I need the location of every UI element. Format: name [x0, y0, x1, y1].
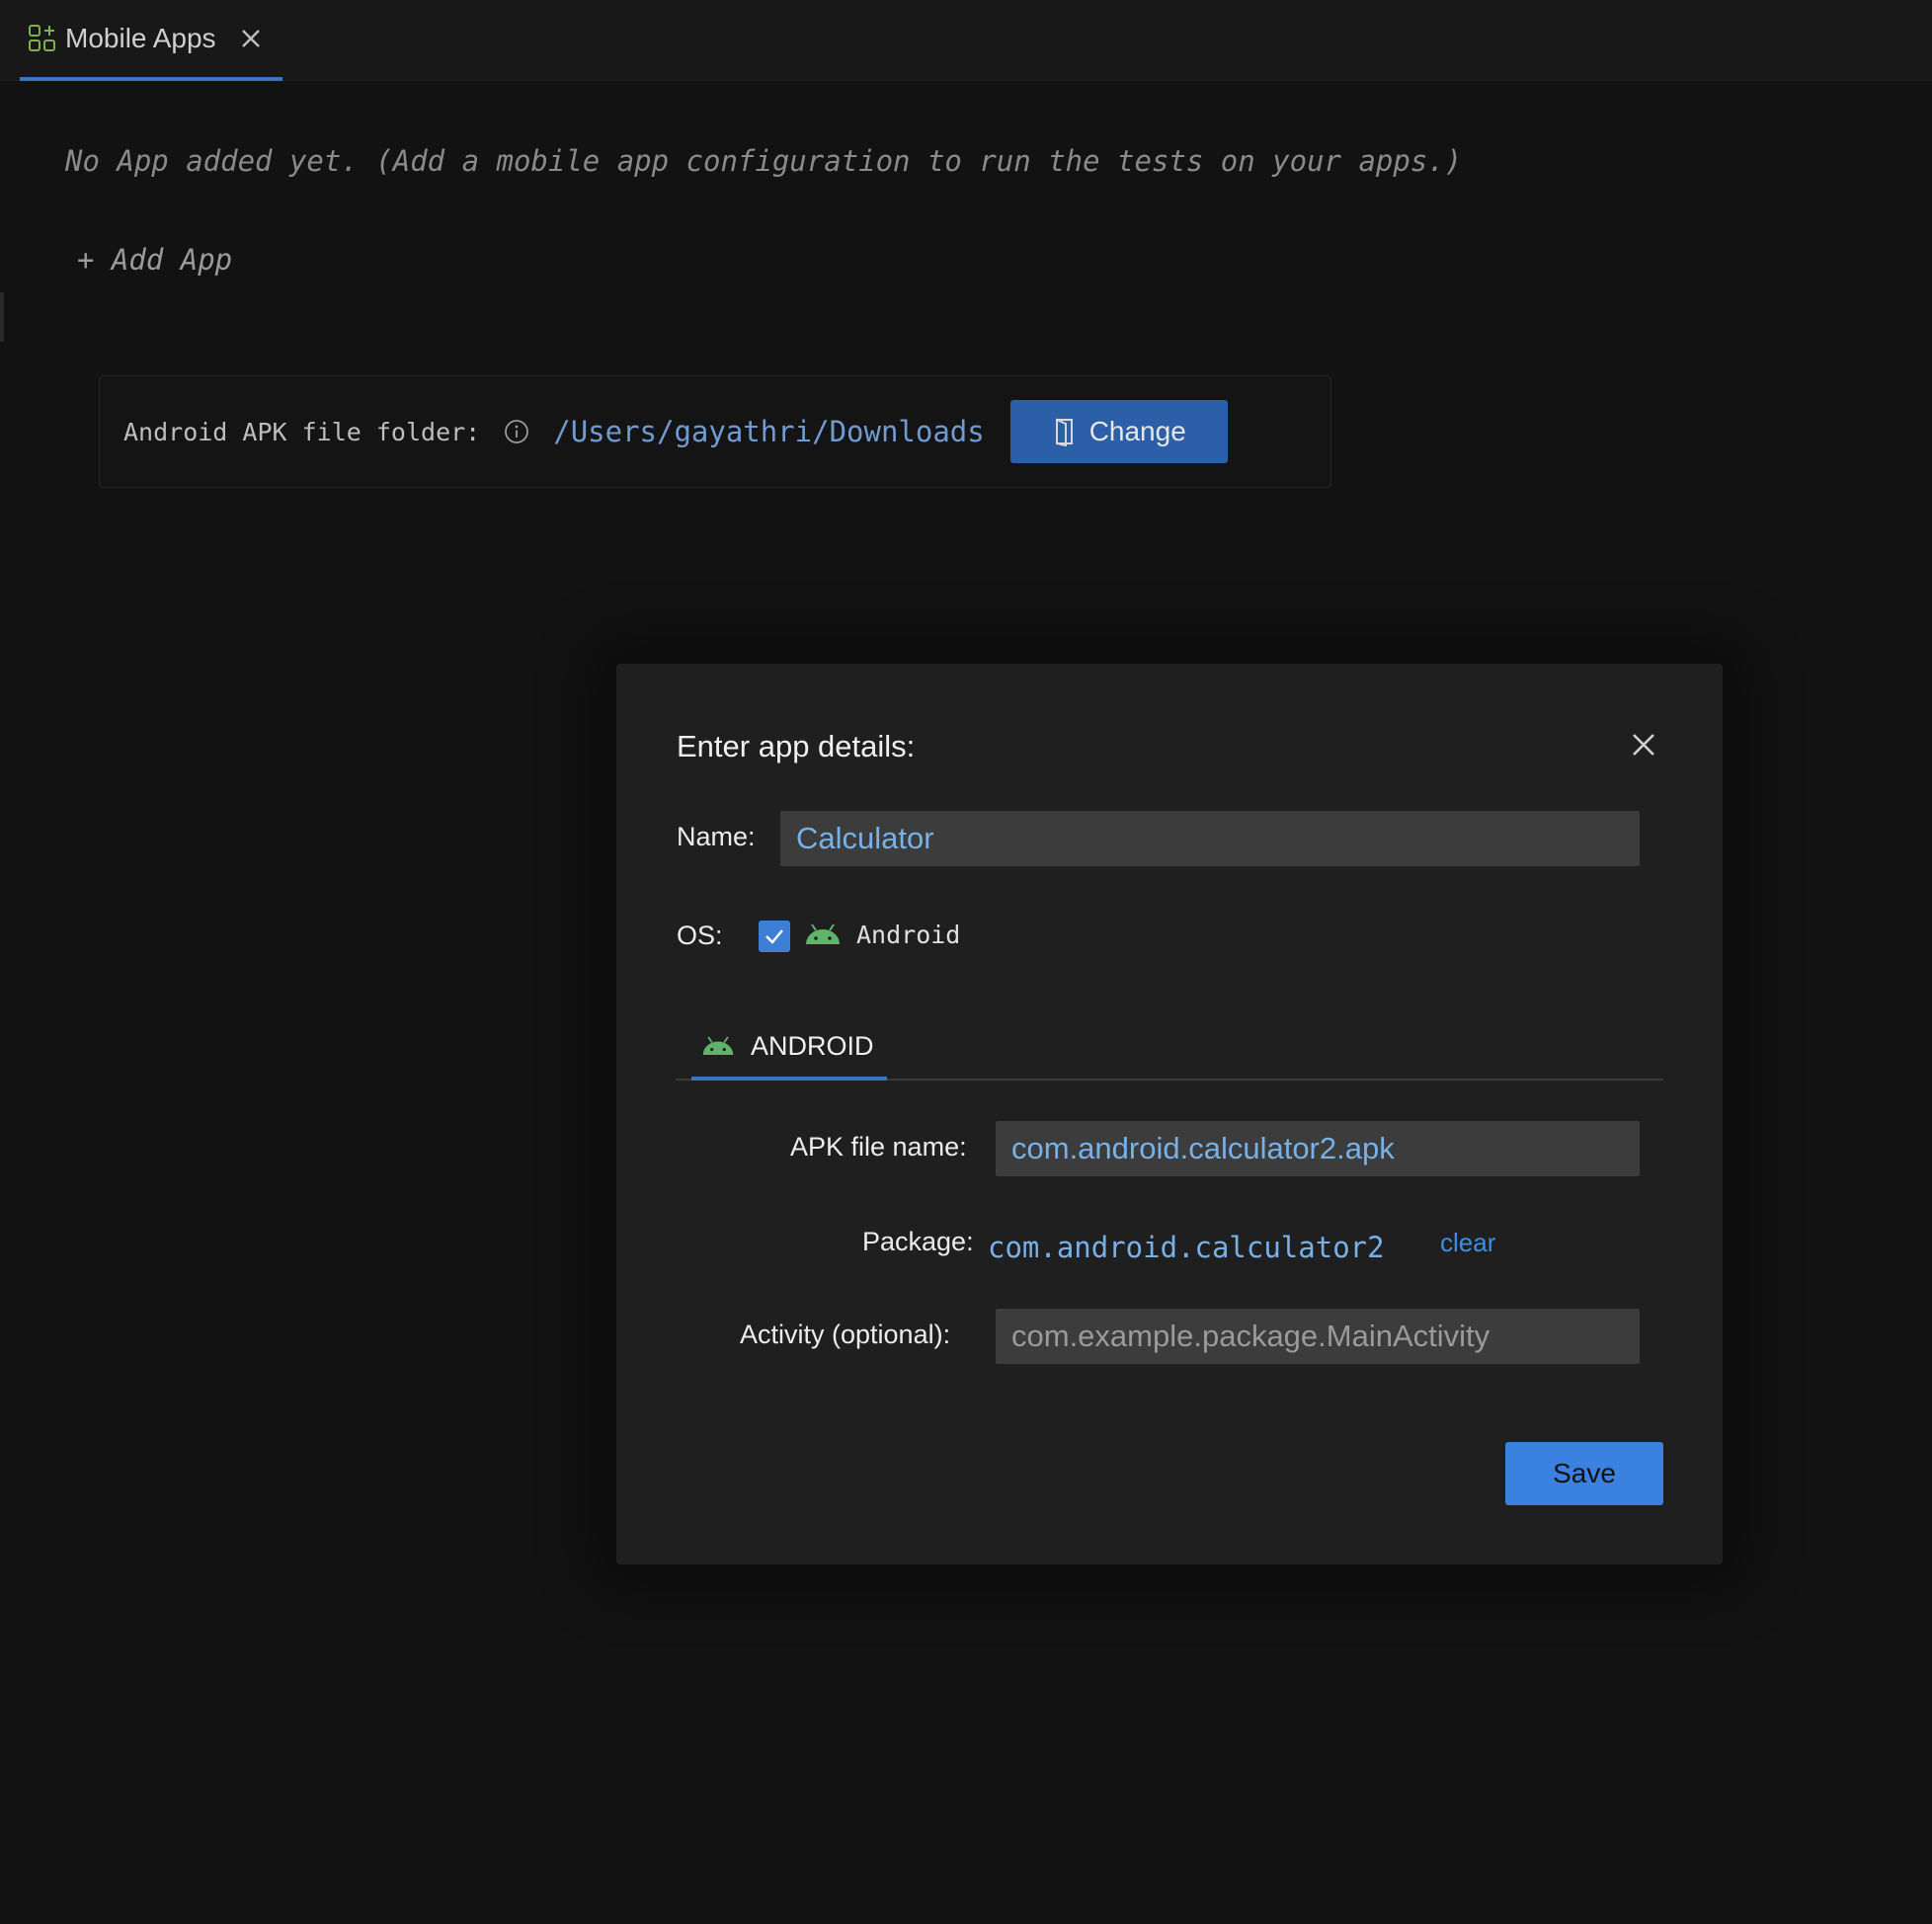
tab-android-label: ANDROID [751, 1031, 874, 1061]
close-dialog-icon[interactable] [1628, 729, 1659, 761]
info-icon[interactable] [504, 419, 529, 444]
tab-android[interactable]: ANDROID [691, 1025, 887, 1081]
left-edge-marker [0, 292, 4, 342]
apk-folder-panel: Android APK file folder: /Users/gayathri… [99, 375, 1331, 488]
apk-file-input[interactable] [996, 1121, 1640, 1176]
app-details-dialog: Enter app details: Name: OS: Android [616, 664, 1723, 1564]
name-label: Name: [677, 822, 756, 851]
tab-label: Mobile Apps [65, 23, 216, 53]
package-label: Package: [862, 1227, 974, 1256]
android-tab-icon [701, 1035, 735, 1057]
apps-add-icon [28, 24, 57, 53]
apk-folder-label: Android APK file folder: [123, 417, 481, 446]
android-icon [804, 922, 842, 946]
empty-state-message: No App added yet. (Add a mobile app conf… [65, 144, 1463, 178]
os-label: OS: [677, 921, 723, 950]
page: Mobile Apps No App added yet. (Add a mob… [0, 0, 1932, 1924]
clear-package-link[interactable]: clear [1440, 1228, 1495, 1258]
dialog-title: Enter app details: [677, 729, 916, 763]
package-value: com.android.calculator2 [988, 1231, 1385, 1264]
close-tab-icon[interactable] [238, 26, 264, 51]
tab-bar: Mobile Apps [0, 0, 1932, 81]
android-os-label: Android [856, 921, 961, 949]
apk-file-label: APK file name: [790, 1132, 967, 1162]
activity-input[interactable] [996, 1309, 1640, 1364]
name-input[interactable] [780, 811, 1640, 866]
activity-label: Activity (optional): [740, 1320, 951, 1349]
apk-folder-path: /Users/gayathri/Downloads [553, 415, 985, 448]
tab-mobile-apps[interactable]: Mobile Apps [20, 0, 282, 81]
save-button[interactable]: Save [1505, 1442, 1663, 1505]
add-app-link[interactable]: + Add App [77, 243, 232, 277]
change-folder-button[interactable]: Change [1009, 400, 1228, 463]
folder-open-icon [1052, 417, 1080, 446]
android-os-checkbox[interactable] [759, 921, 790, 952]
change-button-label: Change [1088, 416, 1186, 446]
